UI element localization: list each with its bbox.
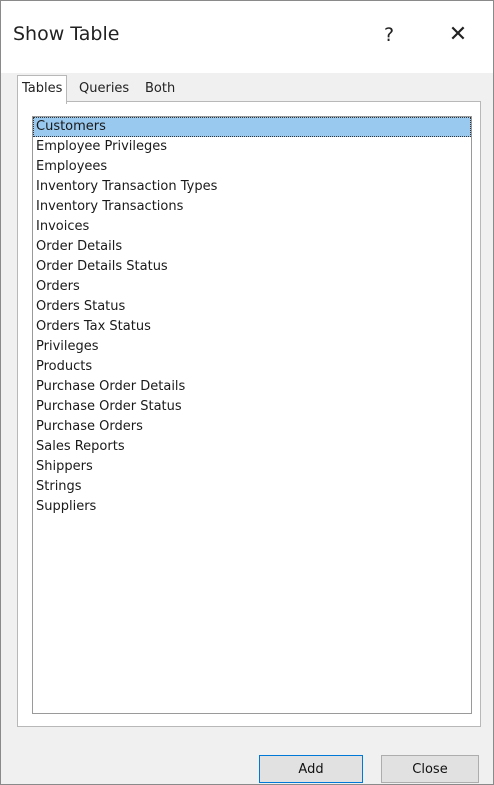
close-button[interactable]: Close xyxy=(381,755,479,783)
table-list-item[interactable]: Shippers xyxy=(33,457,471,477)
add-button[interactable]: Add xyxy=(259,755,363,783)
help-button[interactable]: ? xyxy=(373,19,405,51)
tables-tab-panel: Customers Employee Privileges Employees Inv… xyxy=(17,101,481,727)
tab-queries[interactable]: Queries xyxy=(75,77,133,101)
table-list-item[interactable]: Employee Privileges xyxy=(33,137,471,157)
table-list-item[interactable]: Orders Status xyxy=(33,297,471,317)
table-list-item[interactable]: Purchase Order Details xyxy=(33,377,471,397)
close-window-button[interactable]: ✕ xyxy=(441,19,475,51)
table-list-item[interactable]: Purchase Order Status xyxy=(33,397,471,417)
table-list-item[interactable]: Orders xyxy=(33,277,471,297)
table-list-item[interactable]: Products xyxy=(33,357,471,377)
table-list-item[interactable]: Strings xyxy=(33,477,471,497)
tab-tables[interactable]: Tables xyxy=(17,75,68,104)
table-listbox[interactable]: Customers Employee Privileges Employees Inv… xyxy=(32,116,472,714)
table-list-item[interactable]: Customers xyxy=(33,117,471,137)
table-list-item[interactable]: Sales Reports xyxy=(33,437,471,457)
table-list-item[interactable]: Inventory Transactions xyxy=(33,197,471,217)
table-list-item[interactable]: Purchase Orders xyxy=(33,417,471,437)
tab-both[interactable]: Both xyxy=(141,77,179,101)
show-table-dialog: Show Table ? ✕ Tables Queries Both Custo… xyxy=(0,0,494,785)
dialog-title: Show Table xyxy=(13,23,120,45)
table-list-item[interactable]: Suppliers xyxy=(33,497,471,517)
table-list-item[interactable]: Invoices xyxy=(33,217,471,237)
table-list-item[interactable]: Employees xyxy=(33,157,471,177)
table-list-item[interactable]: Order Details xyxy=(33,237,471,257)
title-bar: Show Table ? ✕ xyxy=(1,1,493,73)
table-list-item[interactable]: Inventory Transaction Types xyxy=(33,177,471,197)
table-list-item[interactable]: Order Details Status xyxy=(33,257,471,277)
table-list-item[interactable]: Privileges xyxy=(33,337,471,357)
table-list-item[interactable]: Orders Tax Status xyxy=(33,317,471,337)
